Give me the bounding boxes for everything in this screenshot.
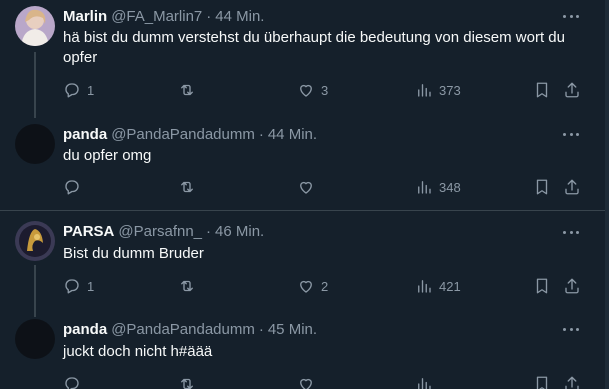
like-count: 2 [321, 278, 329, 294]
share-icon [565, 179, 579, 195]
tweet[interactable]: panda @PandaPandadumm · 44 Min. du opfer… [0, 120, 609, 210]
more-icon[interactable] [563, 130, 579, 138]
avatar[interactable] [15, 221, 55, 261]
reply-button[interactable]: 1 [63, 276, 94, 296]
share-icon [565, 278, 579, 294]
bookmark-icon [536, 179, 548, 195]
views-button[interactable] [415, 374, 433, 389]
author-handle[interactable]: @PandaPandadumm [111, 126, 255, 143]
tweet[interactable]: panda @PandaPandadumm · 45 Min. juckt do… [0, 317, 609, 389]
share-button[interactable] [563, 80, 581, 100]
like-button[interactable] [297, 177, 321, 197]
retweet-button[interactable] [178, 80, 202, 100]
tweet-text: Bist du dumm Bruder [63, 245, 204, 262]
retweet-button[interactable] [178, 374, 196, 389]
tweet[interactable]: PARSA @Parsafnn_ · 46 Min. Bist du dumm … [0, 219, 609, 317]
retweet-icon [181, 280, 193, 292]
views-count: 373 [439, 82, 461, 98]
views-icon [418, 181, 431, 194]
timestamp[interactable]: 45 Min. [268, 321, 317, 338]
retweet-button[interactable] [178, 276, 202, 296]
more-icon[interactable] [563, 325, 579, 333]
separator: · [258, 125, 264, 143]
bookmark-button[interactable] [533, 276, 551, 296]
more-icon[interactable] [563, 12, 579, 20]
tweet-text: hä bist du dumm verstehst du überhaupt d… [63, 29, 565, 66]
bookmark-button[interactable] [533, 374, 551, 389]
tweet-actions: 1 2 421 [63, 276, 593, 296]
tweet-text: juckt doch nicht h#äää [63, 343, 213, 360]
tweet-actions [63, 374, 593, 389]
timestamp[interactable]: 44 Min. [215, 8, 264, 25]
bookmark-icon [536, 82, 548, 98]
thread-line [34, 52, 36, 118]
reply-button[interactable]: 1 [63, 80, 94, 100]
thread-divider [0, 210, 609, 211]
tweet-header: PARSA @Parsafnn_ · 46 Min. [63, 221, 264, 241]
views-icon [418, 280, 431, 293]
timestamp[interactable]: 46 Min. [215, 223, 264, 240]
like-icon [300, 280, 312, 293]
timestamp[interactable]: 44 Min. [268, 126, 317, 143]
share-button[interactable] [563, 177, 581, 197]
reply-button[interactable] [63, 177, 87, 197]
reply-count: 1 [87, 82, 95, 98]
like-icon [300, 378, 312, 389]
retweet-button[interactable] [178, 177, 202, 197]
separator: · [206, 222, 212, 240]
tweet-header: panda @PandaPandadumm · 45 Min. [63, 319, 317, 339]
tweet[interactable]: Marlin @FA_Marlin7 · 44 Min. hä bist du … [0, 0, 609, 120]
retweet-icon [181, 84, 193, 96]
author-name[interactable]: panda [63, 126, 107, 143]
retweet-icon [181, 378, 193, 389]
avatar[interactable] [15, 319, 55, 359]
author-handle[interactable]: @Parsafnn_ [118, 223, 202, 240]
share-icon [565, 82, 579, 98]
bookmark-button[interactable] [533, 177, 551, 197]
bookmark-icon [536, 376, 548, 389]
author-handle[interactable]: @PandaPandadumm [111, 321, 255, 338]
thread-line [34, 265, 36, 317]
like-icon [300, 181, 312, 194]
tweet-actions: 348 [63, 177, 593, 197]
reply-icon [65, 83, 79, 98]
like-count: 3 [321, 82, 329, 98]
reply-icon [65, 377, 79, 389]
author-name[interactable]: Marlin [63, 8, 107, 25]
avatar[interactable] [15, 6, 55, 46]
views-icon [418, 378, 431, 389]
tweet-text: du opfer omg [63, 147, 152, 164]
share-button[interactable] [563, 374, 581, 389]
views-button[interactable]: 373 [415, 80, 461, 100]
avatar[interactable] [15, 124, 55, 164]
scrollbar[interactable] [605, 0, 609, 389]
views-count: 421 [439, 278, 461, 294]
separator: · [206, 7, 212, 25]
like-button[interactable] [297, 374, 315, 389]
more-icon[interactable] [563, 228, 579, 236]
author-handle[interactable]: @FA_Marlin7 [111, 8, 202, 25]
reply-icon [65, 180, 79, 195]
reply-count: 1 [87, 278, 95, 294]
reply-icon [65, 279, 79, 294]
share-button[interactable] [563, 276, 581, 296]
author-name[interactable]: PARSA [63, 223, 114, 240]
like-icon [300, 84, 312, 97]
tweet-header: Marlin @FA_Marlin7 · 44 Min. [63, 6, 264, 26]
views-count: 348 [439, 179, 461, 195]
reply-button[interactable] [63, 374, 81, 389]
author-name[interactable]: panda [63, 321, 107, 338]
tweet-header: panda @PandaPandadumm · 44 Min. [63, 124, 317, 144]
views-icon [418, 84, 431, 97]
separator: · [258, 320, 264, 338]
like-button[interactable]: 2 [297, 276, 328, 296]
retweet-icon [181, 181, 193, 193]
bookmark-icon [536, 278, 548, 294]
like-button[interactable]: 3 [297, 80, 328, 100]
tweet-actions: 1 3 373 [63, 80, 593, 100]
views-button[interactable]: 421 [415, 276, 461, 296]
views-button[interactable]: 348 [415, 177, 461, 197]
bookmark-button[interactable] [533, 80, 551, 100]
share-icon [565, 376, 579, 389]
